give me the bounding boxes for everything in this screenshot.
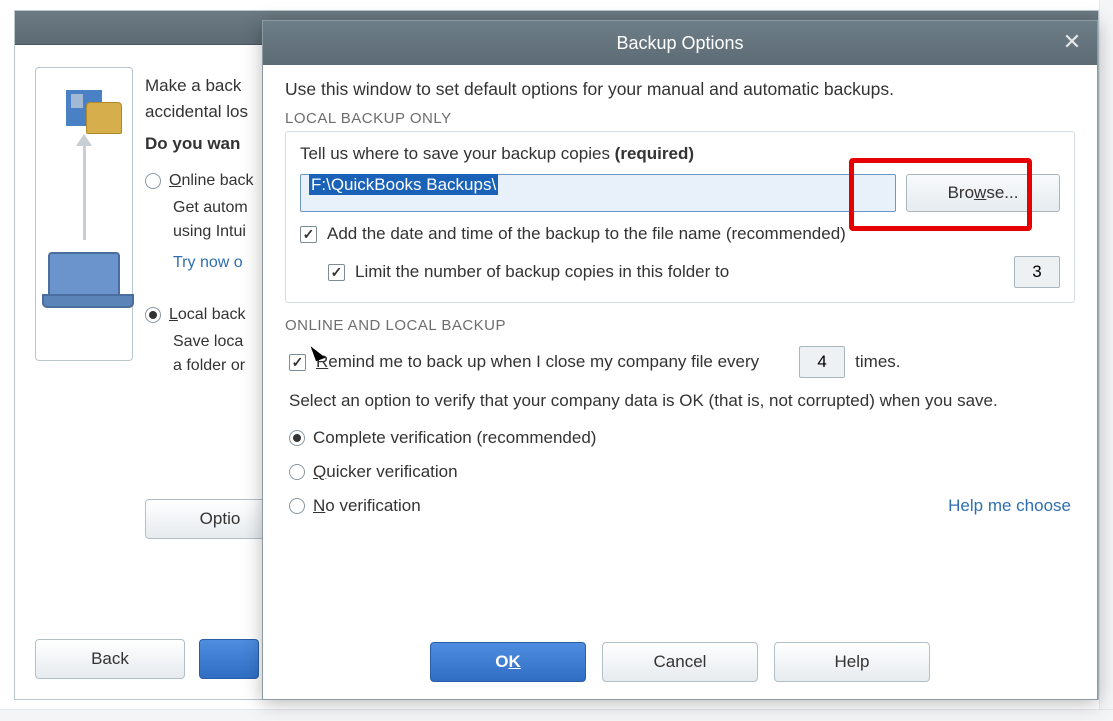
cursor-icon: [311, 343, 326, 361]
dialog-footer: OK Cancel Help: [263, 625, 1097, 699]
next-button-partial[interactable]: [199, 639, 259, 679]
try-now-link[interactable]: Try now o: [173, 254, 243, 272]
save-location-label: Tell us where to save your backup copies…: [300, 144, 1060, 164]
radio-quicker-verification-label: Quicker verification: [313, 462, 458, 482]
disk-and-folder-icon: [66, 90, 102, 126]
radio-online-backup-label: Online back: [169, 172, 254, 190]
section-local-backup-label: LOCAL BACKUP ONLY: [285, 110, 1075, 127]
backup-path-input[interactable]: F:\QuickBooks Backups\: [300, 174, 896, 212]
verify-intro-text: Select an option to verify that your com…: [289, 388, 1071, 414]
section-online-local-label: ONLINE AND LOCAL BACKUP: [285, 317, 1075, 334]
radio-local-backup-label: Local back: [169, 306, 246, 324]
remind-times-label: times.: [855, 352, 900, 372]
dialog-title: Backup Options: [616, 33, 743, 54]
laptop-icon: [48, 252, 120, 298]
arrow-up-icon: [83, 146, 86, 240]
ok-button-label: OK: [495, 652, 521, 672]
cancel-button-label: Cancel: [654, 652, 707, 672]
radio-icon: [289, 498, 305, 514]
close-button[interactable]: ✕: [1059, 29, 1085, 55]
options-button-label: Optio: [200, 509, 241, 529]
radio-no-verification-label: No verification: [313, 496, 421, 516]
radio-no-verification[interactable]: No verification Help me choose: [289, 496, 1071, 516]
radio-quicker-verification[interactable]: Quicker verification: [289, 462, 1071, 482]
limit-copies-input[interactable]: [1014, 256, 1060, 288]
checkbox-remind-backup-label: Remind me to back up when I close my com…: [316, 352, 759, 372]
help-button-label: Help: [835, 652, 870, 672]
radio-icon: [289, 430, 305, 446]
checkbox-icon: [300, 226, 317, 243]
checkbox-add-date-time-label: Add the date and time of the backup to t…: [327, 224, 846, 244]
page-scrollbar-horizontal[interactable]: [0, 709, 1113, 721]
radio-complete-verification[interactable]: Complete verification (recommended): [289, 428, 1071, 448]
page-scrollbar-vertical[interactable]: [1099, 0, 1113, 721]
browse-button[interactable]: Browse...: [906, 174, 1060, 212]
close-icon: ✕: [1063, 31, 1081, 53]
backup-options-dialog: Backup Options ✕ Use this window to set …: [262, 20, 1098, 700]
dialog-titlebar: Backup Options ✕: [263, 21, 1097, 65]
back-button-label: Back: [91, 649, 129, 669]
radio-icon: [145, 307, 161, 323]
dialog-intro-text: Use this window to set default options f…: [285, 79, 1075, 100]
browse-button-label: Browse...: [948, 183, 1019, 203]
back-button[interactable]: Back: [35, 639, 185, 679]
help-button[interactable]: Help: [774, 642, 930, 682]
radio-complete-verification-label: Complete verification (recommended): [313, 428, 596, 448]
remind-frequency-input[interactable]: [799, 346, 845, 378]
radio-icon: [145, 173, 161, 189]
help-me-choose-link[interactable]: Help me choose: [948, 496, 1071, 516]
wizard-graphic-panel: [35, 67, 133, 361]
cancel-button[interactable]: Cancel: [602, 642, 758, 682]
local-backup-group: Tell us where to save your backup copies…: [285, 131, 1075, 303]
checkbox-icon: [328, 264, 345, 281]
checkbox-limit-copies-label: Limit the number of backup copies in thi…: [355, 262, 729, 282]
checkbox-limit-copies[interactable]: Limit the number of backup copies in thi…: [328, 256, 1060, 288]
checkbox-remind-backup[interactable]: Remind me to back up when I close my com…: [289, 352, 759, 372]
radio-icon: [289, 464, 305, 480]
backup-path-value: F:\QuickBooks Backups\: [309, 174, 498, 195]
checkbox-add-date-time[interactable]: Add the date and time of the backup to t…: [300, 224, 1060, 244]
checkbox-icon: [289, 354, 306, 371]
ok-button[interactable]: OK: [430, 642, 586, 682]
